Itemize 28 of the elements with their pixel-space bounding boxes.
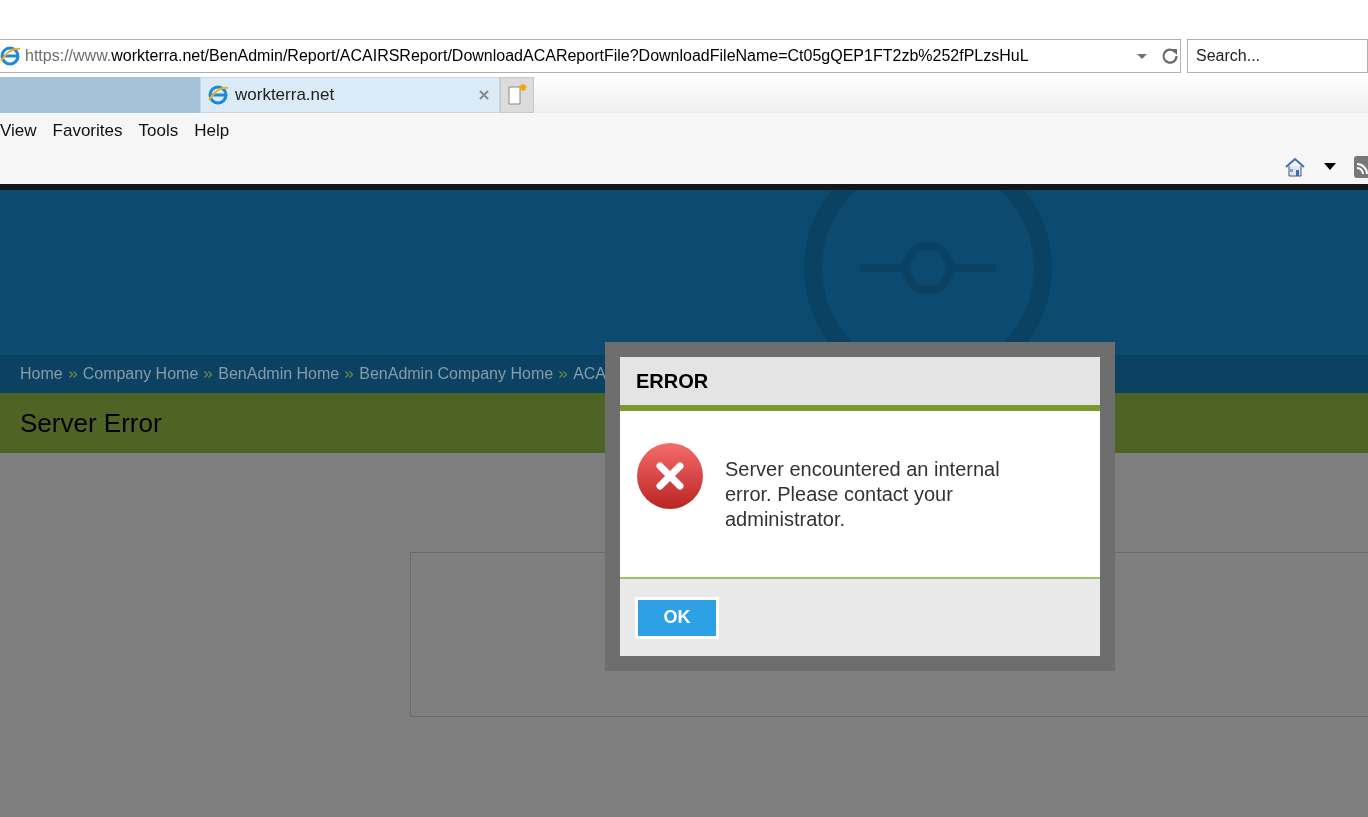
close-icon[interactable] xyxy=(479,90,489,100)
feed-icon[interactable] xyxy=(1354,155,1368,178)
chevron-icon xyxy=(345,370,354,378)
dialog-title: ERROR xyxy=(636,369,709,394)
chevron-icon xyxy=(559,370,568,378)
menu-item[interactable]: View xyxy=(0,118,37,144)
breadcrumb-link[interactable]: BenAdmin Company Home xyxy=(359,362,554,386)
menu-item[interactable]: Help xyxy=(194,118,230,144)
new-page-icon xyxy=(507,84,527,106)
menu-item[interactable]: Favorites xyxy=(52,118,123,144)
browser-logo-icon xyxy=(207,84,229,106)
error-message: Server encountered an internal error. Please contact your administrator. xyxy=(725,457,1001,532)
home-icon[interactable] xyxy=(1284,155,1306,178)
browser-logo-icon xyxy=(0,45,21,67)
breadcrumb-link[interactable]: BenAdmin Home xyxy=(218,362,340,386)
error-icon xyxy=(637,443,703,509)
search-field[interactable]: Search... xyxy=(1187,39,1368,73)
breadcrumb-link[interactable]: ACA xyxy=(573,362,607,386)
chevron-icon xyxy=(68,370,77,378)
refresh-icon[interactable] xyxy=(1161,47,1179,65)
chevron-icon xyxy=(204,370,213,378)
browser-tab[interactable]: workterra.net xyxy=(200,77,500,113)
dropdown-caret-icon[interactable] xyxy=(1324,163,1336,170)
page-title: Server Error xyxy=(20,406,162,440)
menu-item[interactable]: Tools xyxy=(138,118,179,144)
breadcrumb-link[interactable]: Home xyxy=(20,362,63,386)
breadcrumb-link[interactable]: Company Home xyxy=(82,362,199,386)
tab-label: workterra.net xyxy=(235,84,336,107)
